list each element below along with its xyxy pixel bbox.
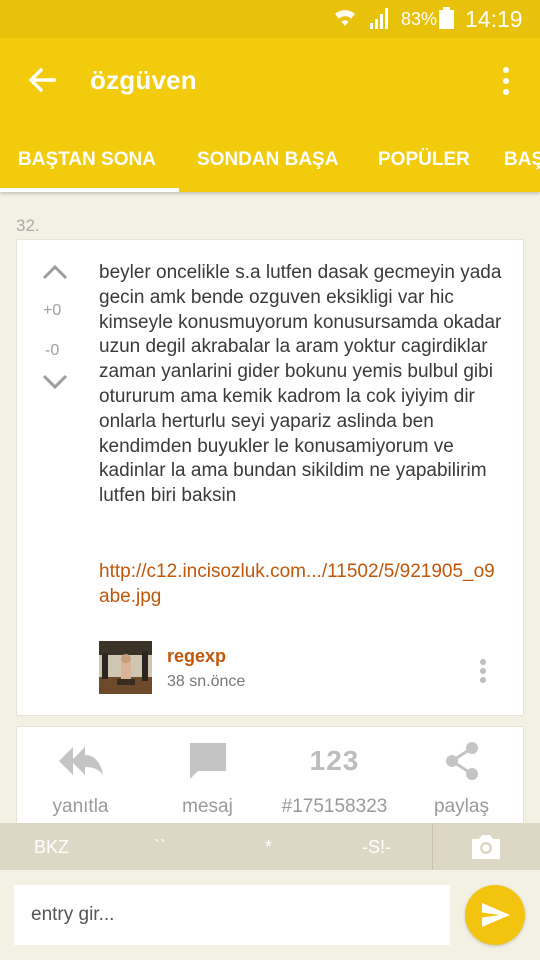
avatar-photo xyxy=(99,641,152,694)
status-bar: 83% 14:19 xyxy=(0,0,540,38)
tab-bastan-sona[interactable]: BAŞTAN SONA xyxy=(18,149,156,171)
wifi-icon xyxy=(335,10,355,26)
overflow-menu-icon[interactable] xyxy=(494,62,518,98)
message-icon xyxy=(189,743,226,779)
asterisk-button[interactable]: * xyxy=(265,837,272,858)
page-title: özgüven xyxy=(90,65,197,95)
entry-body: beyler oncelikle s.a lutfen dasak gecmey… xyxy=(99,262,502,507)
reply-button[interactable]: yanıtla xyxy=(17,727,144,835)
clock: 14:19 xyxy=(465,6,523,32)
entry-input-bar xyxy=(0,870,540,960)
back-arrow-icon[interactable] xyxy=(24,62,60,98)
backtick-button[interactable]: `` xyxy=(154,837,166,858)
share-label: paylaş xyxy=(434,796,489,817)
camera-icon[interactable] xyxy=(469,832,503,862)
tab-bar: BAŞTAN SONA SONDAN BAŞA POPÜLER BAŞ xyxy=(0,122,540,192)
tab-sondan-basa[interactable]: SONDAN BAŞA xyxy=(197,149,338,171)
tab-populer[interactable]: POPÜLER xyxy=(378,149,470,171)
active-tab-indicator xyxy=(0,188,179,192)
battery-percent: 83% xyxy=(401,9,438,29)
signal-icon xyxy=(370,8,388,29)
downvote-count: -0 xyxy=(45,342,60,359)
upvote-chevron-icon[interactable] xyxy=(41,262,69,282)
bkz-button[interactable]: BKZ xyxy=(34,837,69,858)
toolbar-divider xyxy=(432,823,433,870)
format-toolbar: BKZ `` * -S!- xyxy=(0,823,540,870)
reply-all-icon xyxy=(58,747,103,775)
send-icon xyxy=(482,903,510,927)
avatar[interactable] xyxy=(99,641,152,694)
app-bar: özgüven xyxy=(0,38,540,122)
tab-next-partial[interactable]: BAŞ xyxy=(504,149,540,171)
entry-id-label: #175158323 xyxy=(281,796,388,817)
spoiler-button[interactable]: -S!- xyxy=(362,837,391,858)
message-button[interactable]: mesaj xyxy=(144,727,271,835)
entry-id-button[interactable]: 123 #175158323 xyxy=(271,727,398,835)
more-vert-icon[interactable] xyxy=(475,656,491,690)
entry-actions: yanıtla mesaj 123 #175158323 paylaş xyxy=(16,726,524,836)
entry-image-link[interactable]: http://c12.incisozluk.com.../11502/5/921… xyxy=(99,559,499,609)
entry-card: +0 -0 beyler oncelikle s.a lutfen dasak … xyxy=(16,239,524,716)
entry-input[interactable] xyxy=(14,885,450,945)
upvote-count: +0 xyxy=(43,302,62,319)
message-label: mesaj xyxy=(182,796,233,817)
number-icon: 123 xyxy=(309,745,360,776)
author-name[interactable]: regexp xyxy=(167,646,226,667)
reply-label: yanıtla xyxy=(52,796,109,817)
downvote-chevron-icon[interactable] xyxy=(41,372,69,392)
battery-icon xyxy=(439,7,454,29)
send-button[interactable] xyxy=(465,885,525,945)
share-icon xyxy=(445,742,478,780)
entry-time: 38 sn.önce xyxy=(167,673,246,690)
entry-number: 32. xyxy=(16,216,40,235)
share-button[interactable]: paylaş xyxy=(398,727,523,835)
